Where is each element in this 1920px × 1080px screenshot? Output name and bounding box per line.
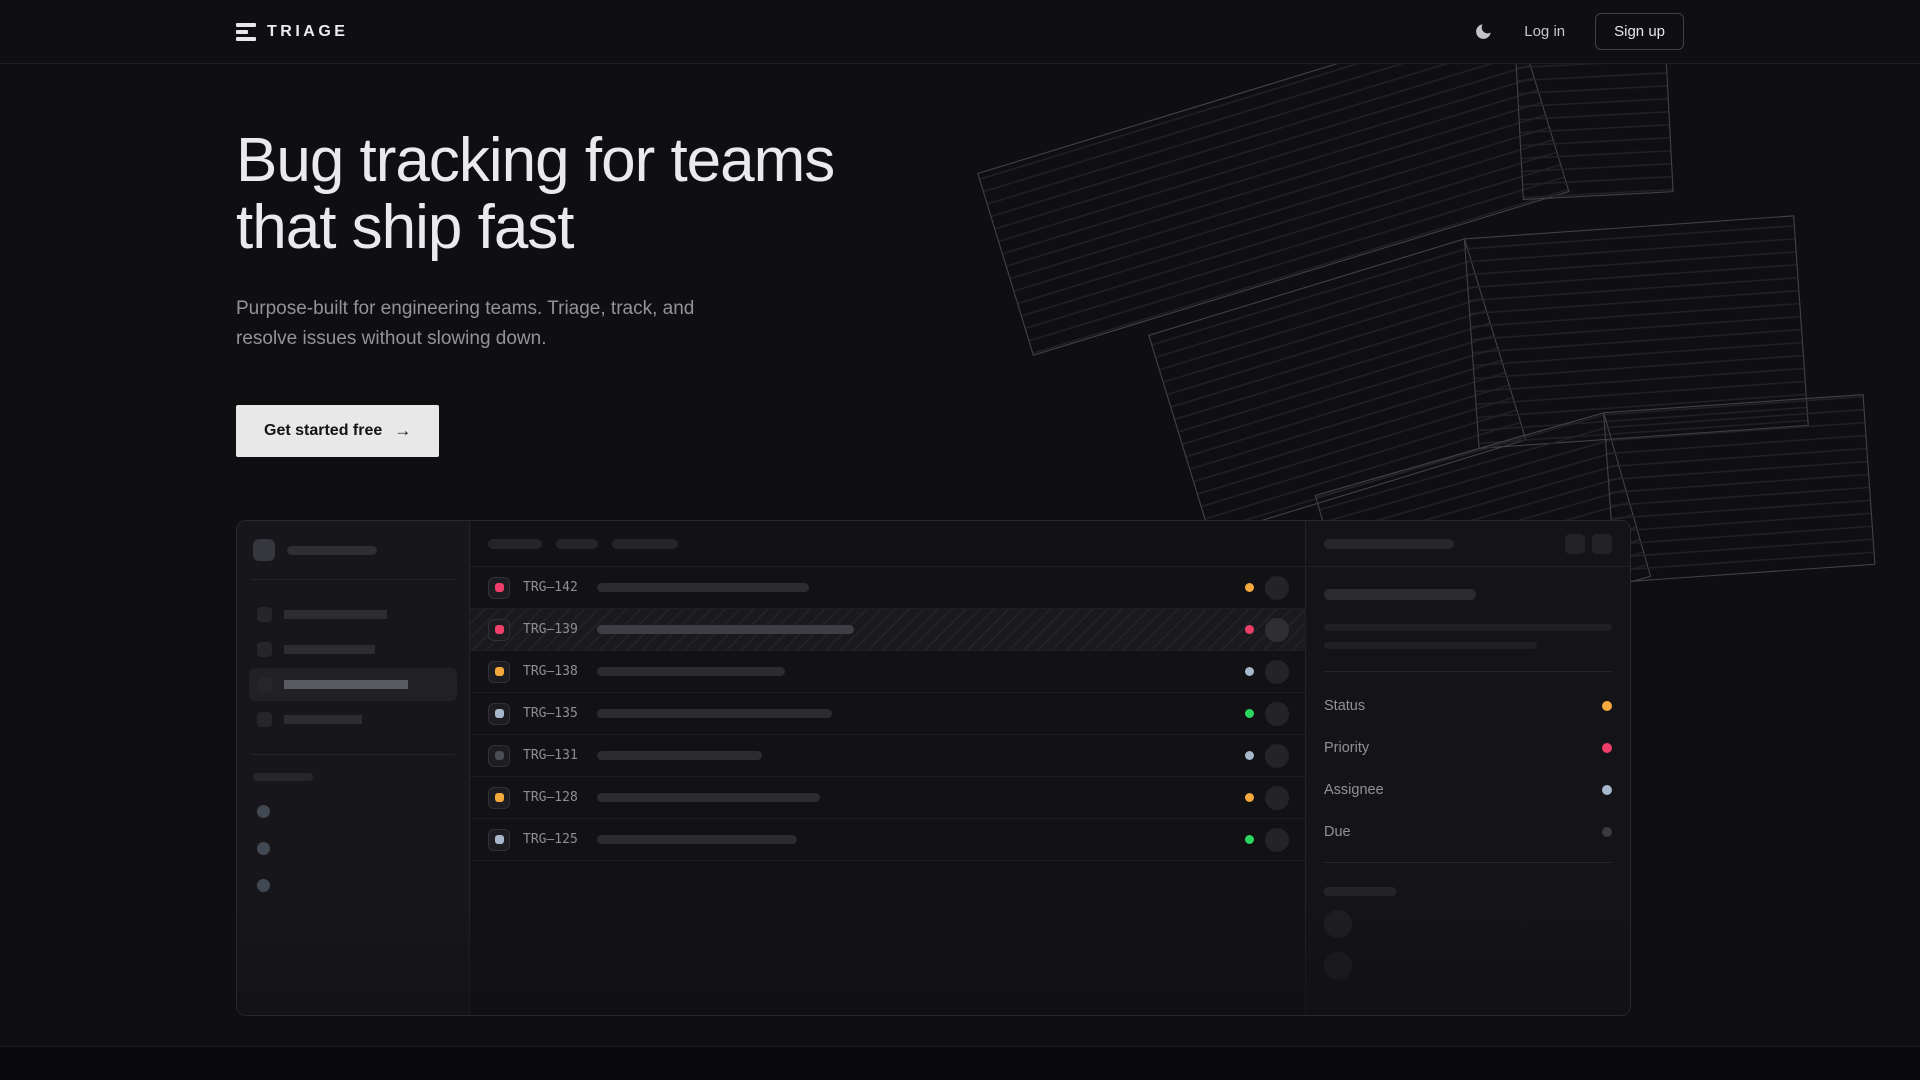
brand[interactable]: TRIAGE bbox=[236, 23, 348, 41]
mockup-sidebar bbox=[237, 521, 470, 1015]
issue-id: TRG–142 bbox=[523, 580, 589, 595]
issue-assignee-avatar bbox=[1265, 576, 1289, 600]
landing-page: TRIAGE Log in Sign up Bug tracking for t… bbox=[0, 0, 1920, 1080]
issue-status-dot bbox=[1245, 709, 1254, 718]
property-row: Priority bbox=[1324, 740, 1612, 756]
issue-row: TRG–142 bbox=[470, 567, 1305, 609]
property-label: Due bbox=[1324, 824, 1351, 840]
issue-id: TRG–139 bbox=[523, 622, 589, 637]
mockup-dot-skeleton bbox=[257, 879, 270, 892]
app-mockup: TRG–142 TRG–139 TRG–138 bbox=[236, 520, 1631, 1016]
issue-title-skeleton bbox=[597, 583, 809, 592]
issue-title-skeleton bbox=[597, 793, 820, 802]
panel-section-skeleton bbox=[1324, 887, 1396, 896]
property-row: Status bbox=[1324, 698, 1612, 714]
property-value-dot bbox=[1602, 827, 1612, 837]
mockup-nav-item-active bbox=[249, 668, 457, 701]
property-label: Priority bbox=[1324, 740, 1369, 756]
arrow-right-icon: → bbox=[394, 421, 411, 441]
property-value-dot bbox=[1602, 743, 1612, 753]
panel-text-skeleton bbox=[1324, 642, 1537, 649]
mockup-panel-body: Status Priority Assignee Due bbox=[1306, 567, 1630, 1002]
issue-assignee-avatar bbox=[1265, 828, 1289, 852]
mockup-dot-skeleton bbox=[257, 842, 270, 855]
issue-status-dot bbox=[1245, 583, 1254, 592]
theme-toggle-button[interactable] bbox=[1472, 21, 1494, 43]
issue-row: TRG–128 bbox=[470, 777, 1305, 819]
issue-type-icon bbox=[488, 577, 510, 599]
issue-id: TRG–125 bbox=[523, 832, 589, 847]
hero-section: Bug tracking for teams that ship fast Pu… bbox=[0, 64, 1920, 457]
issue-type-icon bbox=[488, 787, 510, 809]
panel-avatar-skeleton bbox=[1324, 910, 1352, 938]
get-started-button[interactable]: Get started free → bbox=[236, 405, 439, 457]
mockup-nav-item bbox=[249, 633, 457, 666]
issue-assignee-avatar bbox=[1265, 702, 1289, 726]
hero-subtitle: Purpose-built for engineering teams. Tri… bbox=[236, 294, 1920, 355]
panel-action-skeleton bbox=[1565, 534, 1585, 554]
property-label: Status bbox=[1324, 698, 1365, 714]
issue-id: TRG–128 bbox=[523, 790, 589, 805]
issue-type-icon bbox=[488, 619, 510, 641]
panel-text-skeleton bbox=[1324, 624, 1612, 631]
issue-id: TRG–135 bbox=[523, 706, 589, 721]
mockup-detail-panel: Status Priority Assignee Due bbox=[1305, 521, 1630, 1015]
top-nav: TRIAGE Log in Sign up bbox=[0, 0, 1920, 64]
issue-row-selected: TRG–139 bbox=[470, 609, 1305, 651]
property-row: Due bbox=[1324, 824, 1612, 840]
issue-title-skeleton bbox=[597, 625, 854, 634]
mockup-nav-item bbox=[249, 598, 457, 631]
signup-button[interactable]: Sign up bbox=[1595, 13, 1684, 50]
issue-type-icon bbox=[488, 703, 510, 725]
issue-id: TRG–138 bbox=[523, 664, 589, 679]
issue-type-icon bbox=[488, 661, 510, 683]
property-value-dot bbox=[1602, 701, 1612, 711]
issue-row: TRG–125 bbox=[470, 819, 1305, 861]
issue-type-icon bbox=[488, 745, 510, 767]
issue-status-dot bbox=[1245, 625, 1254, 634]
issue-status-dot bbox=[1245, 835, 1254, 844]
property-label: Assignee bbox=[1324, 782, 1384, 798]
issue-assignee-avatar bbox=[1265, 660, 1289, 684]
issue-row: TRG–135 bbox=[470, 693, 1305, 735]
nav-actions: Log in Sign up bbox=[1472, 13, 1684, 50]
issue-row: TRG–138 bbox=[470, 651, 1305, 693]
triage-logo-icon bbox=[236, 23, 256, 41]
moon-icon bbox=[1474, 22, 1493, 41]
mockup-list-header bbox=[470, 521, 1305, 567]
panel-avatar-skeleton bbox=[1324, 952, 1352, 980]
issue-status-dot bbox=[1245, 751, 1254, 760]
issue-status-dot bbox=[1245, 667, 1254, 676]
issue-title-skeleton bbox=[597, 709, 832, 718]
mockup-nav-item bbox=[249, 703, 457, 736]
mockup-dot-skeleton bbox=[257, 805, 270, 818]
property-value-dot bbox=[1602, 785, 1612, 795]
issue-id: TRG–131 bbox=[523, 748, 589, 763]
footer-band bbox=[0, 1046, 1920, 1080]
mockup-panel-header bbox=[1306, 521, 1630, 567]
login-link[interactable]: Log in bbox=[1524, 23, 1565, 40]
panel-title-skeleton bbox=[1324, 589, 1476, 600]
mockup-section-label-skeleton bbox=[253, 773, 313, 781]
hero-title: Bug tracking for teams that ship fast bbox=[236, 128, 1920, 262]
issue-status-dot bbox=[1245, 793, 1254, 802]
issue-title-skeleton bbox=[597, 835, 797, 844]
mockup-workspace-switcher bbox=[253, 539, 453, 561]
brand-name: TRIAGE bbox=[267, 23, 348, 41]
issue-row: TRG–131 bbox=[470, 735, 1305, 777]
issue-title-skeleton bbox=[597, 667, 785, 676]
issue-assignee-avatar bbox=[1265, 786, 1289, 810]
issue-title-skeleton bbox=[597, 751, 762, 760]
issue-type-icon bbox=[488, 829, 510, 851]
issue-assignee-avatar bbox=[1265, 744, 1289, 768]
mockup-issue-list: TRG–142 TRG–139 TRG–138 bbox=[470, 521, 1305, 1015]
issue-assignee-avatar bbox=[1265, 618, 1289, 642]
panel-action-skeleton bbox=[1592, 534, 1612, 554]
property-row: Assignee bbox=[1324, 782, 1612, 798]
